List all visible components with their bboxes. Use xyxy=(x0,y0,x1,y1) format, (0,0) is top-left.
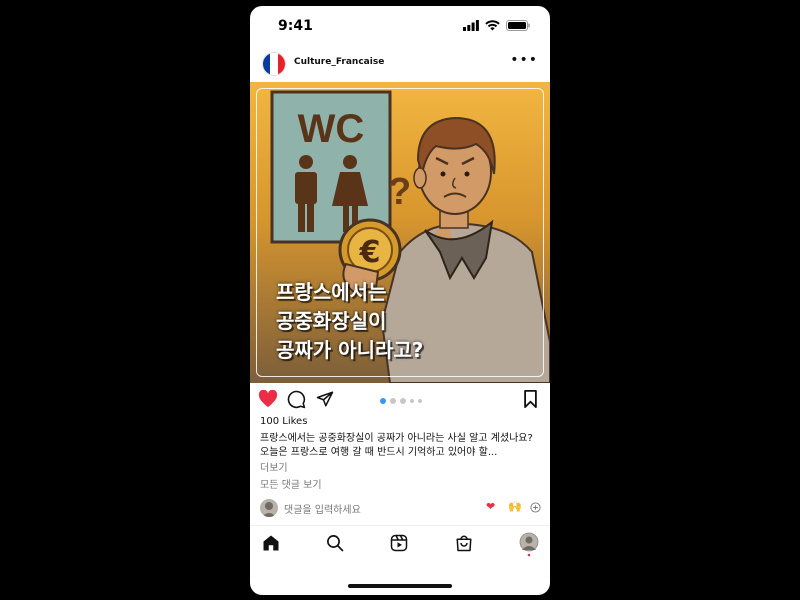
likes-count[interactable]: 100 Likes xyxy=(260,416,307,427)
headline-line-2: 공중화장실이 xyxy=(276,309,387,333)
image-headline: 프랑스에서는 공중화장실이 공짜가 아니라고? xyxy=(276,278,423,365)
profile-avatar[interactable] xyxy=(519,532,539,562)
shop-icon[interactable] xyxy=(455,534,473,552)
post-header: Culture_Francaise ••• xyxy=(250,48,550,84)
view-all-comments-link[interactable]: 모든 댓글 보기 xyxy=(260,476,322,491)
bottom-tab-bar xyxy=(250,532,550,562)
comment-input-row: 댓글을 입력하세요 ❤ 🙌 xyxy=(250,497,550,519)
bookmark-icon[interactable] xyxy=(523,390,538,408)
phone-screen: 9:41 Culture_Francaise ••• WC ? € 프랑스에서는… xyxy=(250,6,550,595)
comment-icon[interactable] xyxy=(287,390,306,409)
post-actions xyxy=(250,384,550,414)
home-icon[interactable] xyxy=(262,534,280,552)
comment-input[interactable]: 댓글을 입력하세요 xyxy=(284,501,361,516)
post-image[interactable]: WC ? € 프랑스에서는 공중화장실이 공짜가 아니라고? xyxy=(250,82,550,383)
carousel-dot xyxy=(400,398,406,404)
tabbar-divider xyxy=(250,525,550,526)
heart-icon[interactable] xyxy=(258,390,278,408)
signal-icon xyxy=(463,20,479,31)
post-caption: 프랑스에서는 공중화장실이 공짜가 아니라는 사실 알고 계셨나요? 오늘은 프… xyxy=(260,433,533,458)
reels-icon[interactable] xyxy=(390,534,408,552)
headline-line-1: 프랑스에서는 xyxy=(276,280,387,304)
carousel-dot xyxy=(380,398,386,404)
more-link[interactable]: 더보기 xyxy=(260,459,288,474)
raised-hands-emoji-icon[interactable]: 🙌 xyxy=(508,500,522,513)
add-emoji-icon[interactable] xyxy=(530,502,541,513)
home-indicator xyxy=(348,584,452,588)
profile-avatar-french-flag[interactable] xyxy=(262,52,286,76)
headline-line-3: 공짜가 아니라고? xyxy=(276,338,424,362)
wifi-icon xyxy=(485,20,500,31)
status-time: 9:41 xyxy=(278,18,313,34)
status-icons xyxy=(463,20,530,31)
heart-emoji-icon[interactable]: ❤ xyxy=(486,500,495,513)
carousel-dot xyxy=(390,398,396,404)
carousel-dot xyxy=(410,399,414,403)
post-username[interactable]: Culture_Francaise xyxy=(294,57,384,67)
status-bar: 9:41 xyxy=(250,6,550,46)
search-icon[interactable] xyxy=(326,534,344,552)
carousel-dot xyxy=(418,399,422,403)
share-icon[interactable] xyxy=(316,390,334,408)
carousel-indicator xyxy=(380,398,422,404)
commenter-avatar xyxy=(260,499,278,517)
more-options-icon[interactable]: ••• xyxy=(510,52,538,68)
battery-icon xyxy=(506,20,530,31)
